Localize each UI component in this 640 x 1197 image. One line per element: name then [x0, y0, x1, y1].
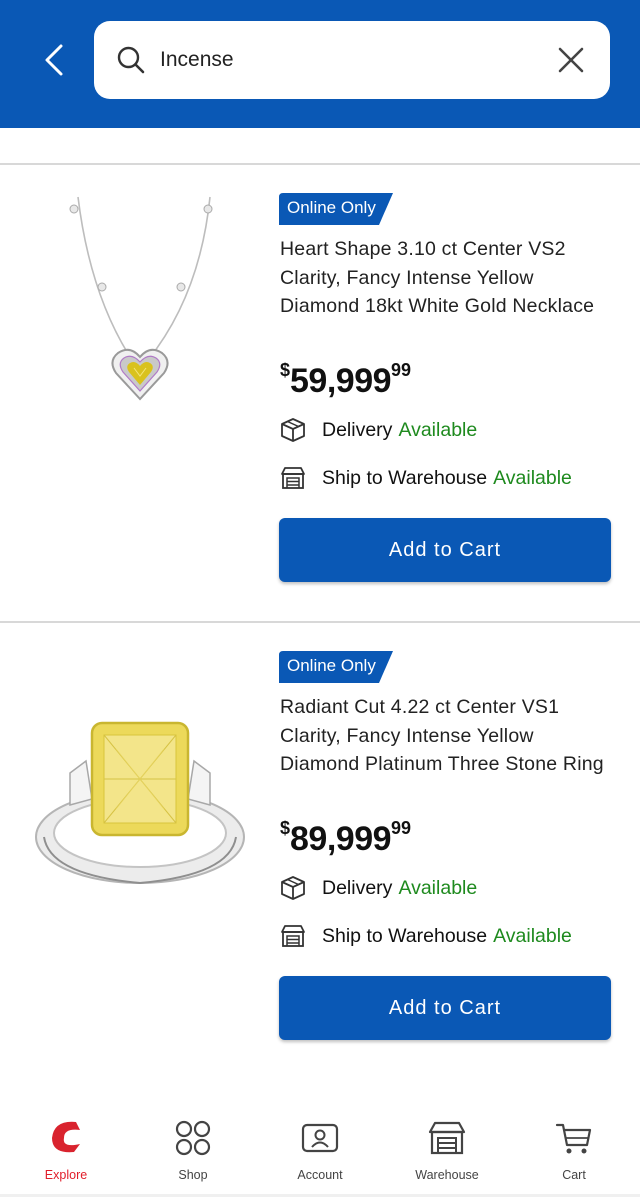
- nav-label: Explore: [44, 1168, 88, 1182]
- online-only-badge: Online Only: [279, 651, 393, 683]
- price-main: 89,999: [290, 820, 392, 858]
- delivery-label: Delivery: [322, 418, 393, 441]
- badge-label: Online Only: [287, 198, 376, 217]
- delivery-label: Delivery: [322, 876, 393, 899]
- product-card: Online Only Heart Shape 3.10 ct Center V…: [0, 165, 640, 621]
- delivery-status: Available: [398, 876, 478, 899]
- warehouse-status: Available: [493, 466, 572, 489]
- price-currency: $: [280, 818, 291, 838]
- box-icon: [281, 418, 305, 442]
- nav-label: Shop: [178, 1168, 208, 1182]
- add-to-cart-button[interactable]: Add to Cart: [279, 518, 611, 582]
- add-to-cart-button[interactable]: Add to Cart: [279, 976, 611, 1040]
- product-price: $59,99999: [280, 360, 411, 401]
- online-only-badge: Online Only: [279, 193, 393, 225]
- warehouse-availability: Ship to Warehouse Available: [280, 921, 572, 951]
- account-card-icon: [301, 1123, 339, 1153]
- costco-logo-icon: [52, 1121, 80, 1153]
- nav-shop[interactable]: Shop: [129, 1112, 257, 1192]
- price-main: 59,999: [290, 362, 392, 400]
- product-title[interactable]: Heart Shape 3.10 ct Center VS2 Clarity, …: [280, 235, 610, 321]
- grid-circles-icon: [175, 1120, 211, 1156]
- price-cents: 99: [391, 818, 412, 838]
- nav-account[interactable]: Account: [256, 1112, 384, 1192]
- warehouse-icon: [281, 467, 305, 489]
- ring-image[interactable]: [30, 685, 250, 925]
- chevron-left-icon: [45, 44, 63, 76]
- nav-cart[interactable]: Cart: [510, 1112, 638, 1192]
- warehouse-availability: Ship to Warehouse Available: [280, 463, 572, 493]
- nav-warehouse[interactable]: Warehouse: [383, 1112, 511, 1192]
- nav-label: Warehouse: [415, 1168, 479, 1182]
- search-icon: [117, 46, 145, 74]
- delivery-availability: Delivery Available: [280, 873, 477, 903]
- nav-label: Account: [297, 1168, 343, 1182]
- bottom-nav: Explore Shop Account Warehouse Cart: [0, 1100, 640, 1197]
- nav-explore[interactable]: Explore: [2, 1112, 130, 1192]
- warehouse-label: Ship to Warehouse: [322, 466, 488, 489]
- price-cents: 99: [391, 360, 412, 380]
- product-card: Online Only Radiant Cut 4.22 ct Center V…: [0, 623, 640, 1079]
- product-title[interactable]: Radiant Cut 4.22 ct Center VS1 Clarity, …: [280, 693, 610, 779]
- delivery-status: Available: [398, 418, 478, 441]
- top-bar: [0, 0, 640, 128]
- warehouse-label: Ship to Warehouse: [322, 924, 488, 947]
- box-icon: [281, 876, 305, 900]
- product-price: $89,99999: [280, 818, 411, 859]
- warehouse-icon: [428, 1121, 466, 1155]
- delivery-availability: Delivery Available: [280, 415, 477, 445]
- search-box[interactable]: [94, 21, 610, 99]
- warehouse-status: Available: [493, 924, 572, 947]
- badge-label: Online Only: [287, 656, 376, 675]
- search-input[interactable]: [160, 41, 540, 79]
- nav-label: Cart: [562, 1168, 586, 1182]
- back-button[interactable]: [34, 40, 74, 80]
- cart-icon: [555, 1123, 592, 1154]
- close-icon[interactable]: [556, 45, 586, 75]
- necklace-image[interactable]: [30, 185, 250, 425]
- warehouse-icon: [281, 925, 305, 947]
- price-currency: $: [280, 360, 291, 380]
